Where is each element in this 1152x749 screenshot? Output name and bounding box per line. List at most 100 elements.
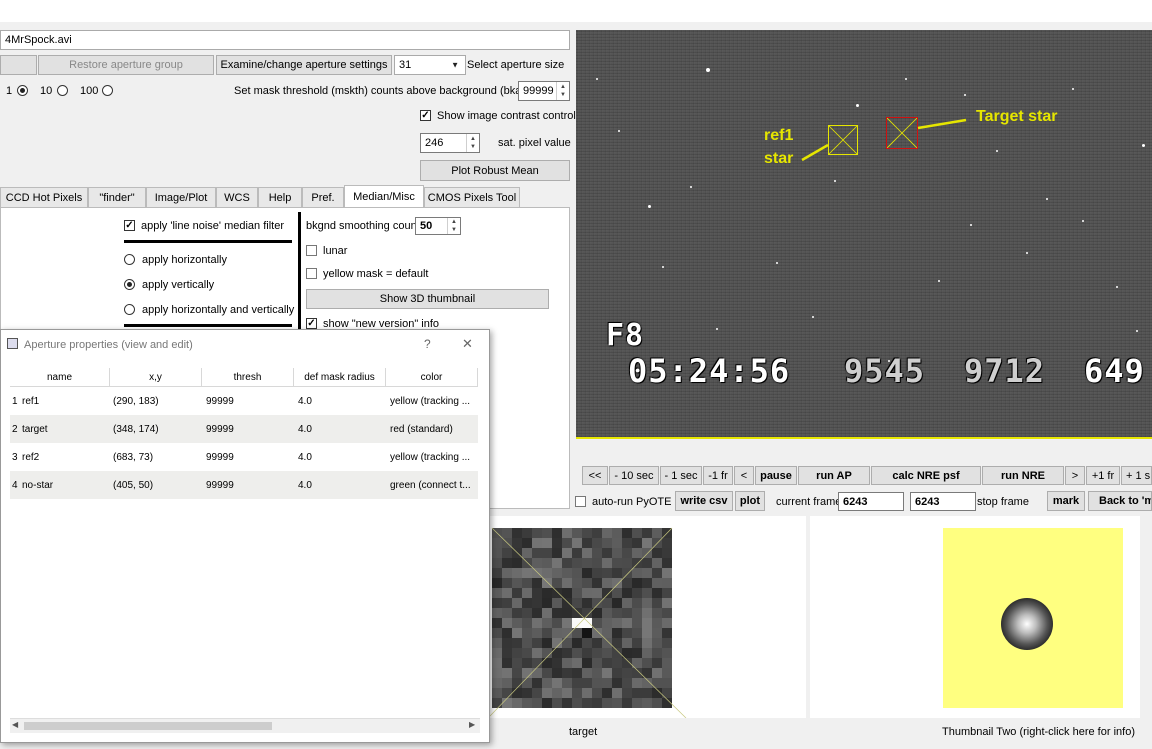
step-back-button[interactable]: < [734,466,754,485]
radio-1[interactable] [17,85,28,96]
cell-radius[interactable]: 4.0 [298,480,312,491]
cell-xy[interactable]: (683, 73) [113,452,153,463]
column-header-xy[interactable]: x,y [110,368,202,387]
aperture-size-combo[interactable]: 31 ▼ [394,55,466,75]
plot-robust-mean-button[interactable]: Plot Robust Mean [420,160,570,181]
cell-color[interactable]: red (standard) [390,424,476,435]
new-version-checkbox[interactable]: ✓ [306,318,317,329]
spin-arrows-icon[interactable]: ▲ ▼ [466,134,479,152]
bkgnd-smoothing-spinbox[interactable]: 50 ▲ ▼ [415,217,461,235]
step-forward-button[interactable]: > [1065,466,1085,485]
calc-nre-psf-button[interactable]: calc NRE psf [871,466,981,485]
thumbnail-two-panel[interactable] [810,516,1140,718]
cell-radius[interactable]: 4.0 [298,424,312,435]
lunar-checkbox[interactable] [306,245,317,256]
spin-arrows-icon[interactable]: ▲ ▼ [556,82,569,100]
vertical-divider [298,212,301,332]
current-frame-field[interactable]: 6243 [838,492,904,511]
tab-image-plot[interactable]: Image/Plot [146,187,216,208]
column-header-name[interactable]: name [10,368,110,387]
scroll-right-icon[interactable]: ▶ [469,720,475,729]
thumbnail-one-panel[interactable] [490,516,806,718]
cell-xy[interactable]: (405, 50) [113,480,153,491]
yellow-mask-checkbox[interactable] [306,268,317,279]
apply-vertically-radio[interactable] [124,279,135,290]
cell-thresh[interactable]: 99999 [206,452,234,463]
cell-color[interactable]: green (connect t... [390,480,476,491]
cell-name[interactable]: target [22,424,48,435]
chevron-down-icon: ▼ [451,60,459,70]
sat-pixel-spinbox[interactable]: 246 ▲ ▼ [420,133,480,153]
stop-frame-field[interactable]: 6243 [910,492,976,511]
show-3d-thumbnail-button[interactable]: Show 3D thumbnail [306,289,549,309]
dialog-close-icon[interactable]: ✕ [462,336,473,352]
current-frame-label: current frame [776,496,842,508]
show-contrast-checkbox[interactable]: ✓ [420,110,431,121]
apply-horizontally-radio[interactable] [124,254,135,265]
divider [124,240,292,243]
mark-button[interactable]: mark [1047,491,1085,511]
mask-threshold-label: Set mask threshold (mskth) counts above … [234,85,537,97]
cell-radius[interactable]: 4.0 [298,452,312,463]
cell-name[interactable]: ref1 [22,396,39,407]
cell-name[interactable]: no-star [22,480,53,491]
ref1-annotation-line2: star [764,150,794,167]
apply-horizontally-label: apply horizontally [142,254,227,266]
pause-button[interactable]: pause [755,466,797,485]
scrollbar-thumb[interactable] [24,722,272,730]
restore-aperture-group-button[interactable]: Restore aperture group [38,55,214,75]
radio-1-label: 1 [6,85,13,97]
scroll-left-icon[interactable]: ◀ [12,720,18,729]
column-header-thresh[interactable]: thresh [202,368,294,387]
auto-run-pyote-checkbox[interactable] [575,496,586,507]
horizontal-scrollbar[interactable]: ◀ ▶ [10,718,480,733]
file-name-field[interactable]: 4MrSpock.avi [0,30,570,50]
thumbnail-two-label: Thumbnail Two (right-click here for info… [942,726,1135,738]
tab-cmos-pixels-tool[interactable]: CMOS Pixels Tool [424,187,520,208]
run-nre-button[interactable]: run NRE [982,466,1064,485]
tab-wcs[interactable]: WCS [216,187,258,208]
plus-1-frame-button[interactable]: +1 fr [1086,466,1120,485]
cell-xy[interactable]: (348, 174) [113,424,159,435]
plus-1-sec-button[interactable]: + 1 s [1121,466,1152,485]
mask-threshold-spinbox[interactable]: 99999 ▲ ▼ [518,81,570,101]
radio-100[interactable] [102,85,113,96]
cell-color[interactable]: yellow (tracking ... [390,452,476,463]
run-ap-button[interactable]: run AP [798,466,870,485]
back-to-mark-button[interactable]: Back to 'm [1088,491,1152,511]
tab-ccd-hot-pixels[interactable]: CCD Hot Pixels [0,187,88,208]
cell-thresh[interactable]: 99999 [206,424,234,435]
tab-pref[interactable]: Pref. [302,187,344,208]
minus-1-sec-button[interactable]: - 1 sec [660,466,702,485]
cell-thresh[interactable]: 99999 [206,480,234,491]
thumbnail-two-star [1001,598,1053,650]
tab-median-misc[interactable]: Median/Misc [344,185,424,208]
apply-both-radio[interactable] [124,304,135,315]
aperture-properties-dialog[interactable]: Aperture properties (view and edit) ? ✕ … [0,329,490,743]
line-noise-checkbox[interactable]: ✓ [124,220,135,231]
cell-color[interactable]: yellow (tracking ... [390,396,476,407]
column-header-color[interactable]: color [386,368,478,387]
column-header-radius[interactable]: def mask radius [294,368,386,387]
stop-frame-value: 6243 [915,495,940,508]
minus-10-sec-button[interactable]: - 10 sec [609,466,659,485]
tab-finder[interactable]: "finder" [88,187,146,208]
spin-arrows-icon[interactable]: ▲ ▼ [447,218,460,234]
plot-button[interactable]: plot [735,491,765,511]
unlabeled-button[interactable] [0,55,37,75]
minus-1-frame-button[interactable]: -1 fr [703,466,733,485]
tab-help[interactable]: Help [258,187,302,208]
first-frame-button[interactable]: << [582,466,608,485]
radio-10[interactable] [57,85,68,96]
write-csv-button[interactable]: write csv [675,491,733,511]
examine-aperture-settings-button[interactable]: Examine/change aperture settings [216,55,392,75]
star-field-image[interactable]: ref1 star Target star F8 05:24:56 9545 9… [576,30,1152,437]
cell-xy[interactable]: (290, 183) [113,396,159,407]
radio-100-label: 100 [80,85,99,97]
dialog-title: Aperture properties (view and edit) [24,339,193,351]
dialog-help-button[interactable]: ? [424,337,431,351]
cell-thresh[interactable]: 99999 [206,396,234,407]
overlay-time-text: 05:24:56 [628,352,791,390]
cell-radius[interactable]: 4.0 [298,396,312,407]
cell-name[interactable]: ref2 [22,452,39,463]
